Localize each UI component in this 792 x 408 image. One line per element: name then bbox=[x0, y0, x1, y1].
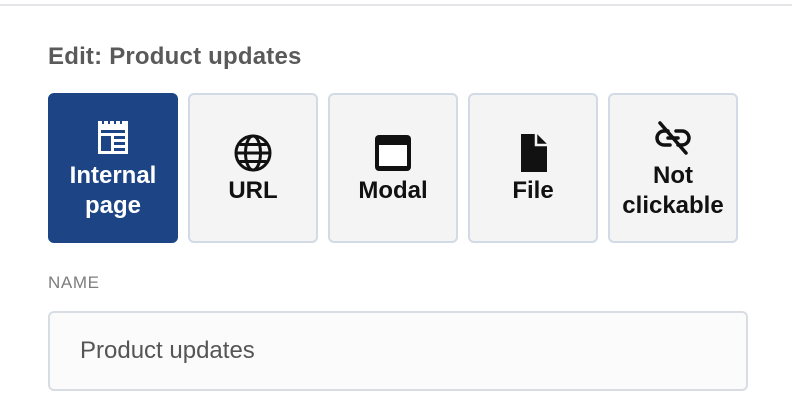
type-option-url[interactable]: URL bbox=[188, 93, 318, 243]
file-icon bbox=[511, 131, 555, 175]
type-option-label: URL bbox=[228, 176, 278, 204]
link-off-icon bbox=[651, 116, 695, 160]
type-option-file[interactable]: File bbox=[468, 93, 598, 243]
internal-page-icon bbox=[91, 116, 135, 160]
name-input[interactable] bbox=[48, 311, 748, 391]
type-option-label: File bbox=[512, 176, 554, 204]
name-field-label: NAME bbox=[48, 273, 100, 292]
type-option-label: Modal bbox=[358, 176, 428, 204]
type-option-label: Not clickable bbox=[622, 161, 724, 219]
link-type-selector: Internal page URL Modal File Not clickab… bbox=[48, 93, 738, 243]
type-option-internal-page[interactable]: Internal page bbox=[48, 93, 178, 243]
panel-title: Edit: Product updates bbox=[48, 43, 302, 70]
top-divider bbox=[0, 4, 792, 6]
type-option-not-clickable[interactable]: Not clickable bbox=[608, 93, 738, 243]
type-option-label: Internal page bbox=[69, 161, 157, 219]
type-option-modal[interactable]: Modal bbox=[328, 93, 458, 243]
globe-icon bbox=[231, 131, 275, 175]
modal-window-icon bbox=[371, 131, 415, 175]
